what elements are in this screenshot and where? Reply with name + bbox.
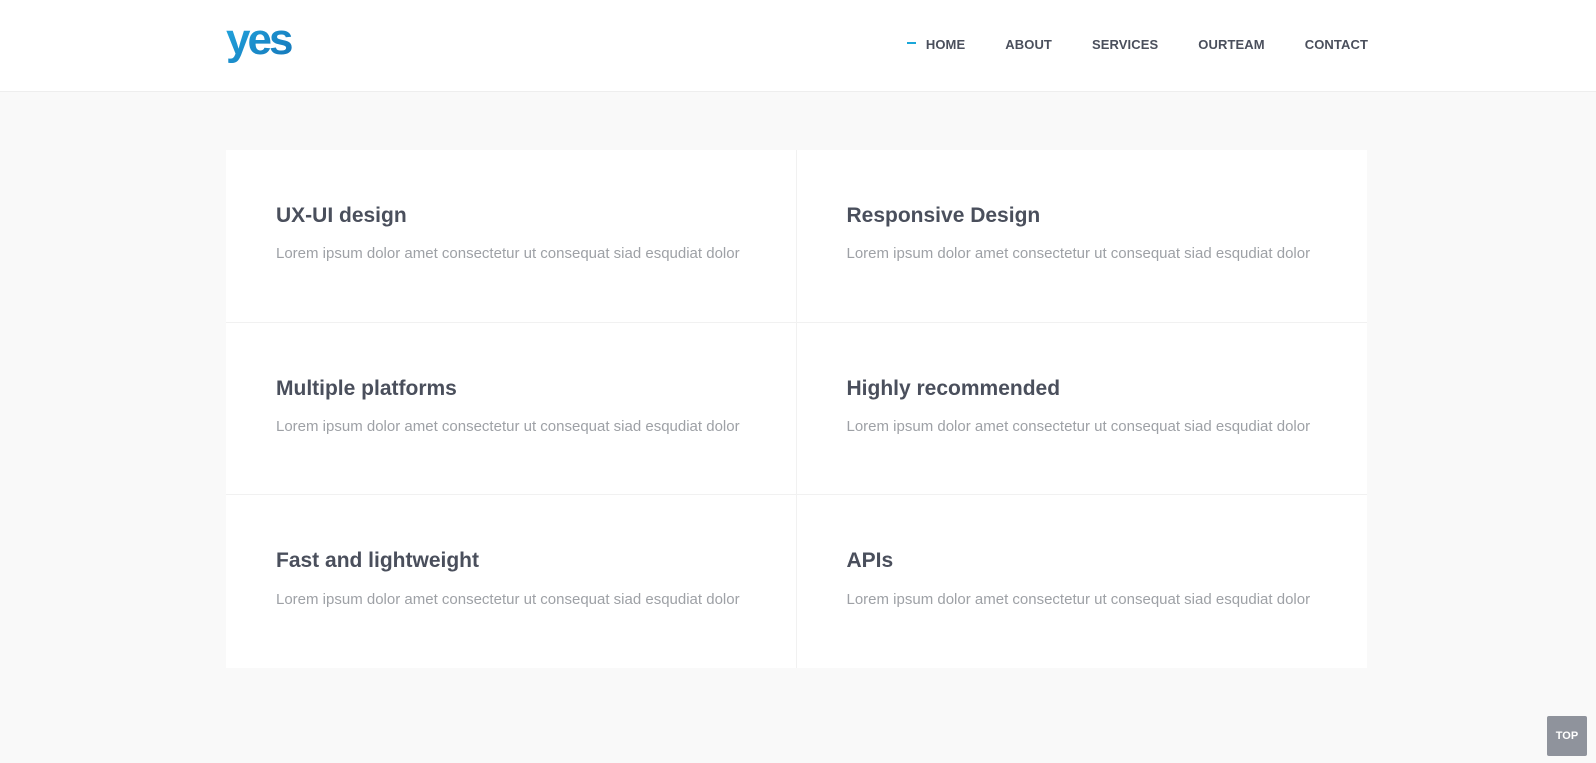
feature-card: Highly recommended Lorem ipsum dolor ame… (796, 323, 1367, 496)
yes-logo[interactable]: yes (226, 18, 316, 68)
feature-card: APIs Lorem ipsum dolor amet consectetur … (797, 495, 1368, 668)
features-grid: UX-UI design Lorem ipsum dolor amet cons… (226, 150, 1367, 668)
feature-description: Lorem ipsum dolor amet consectetur ut co… (846, 245, 1311, 263)
nav-item-label: CONTACT (1304, 36, 1368, 52)
main-nav: HOME ABOUT SERVICES OURTEAM CONTACT (906, 0, 1368, 88)
feature-description: Lorem ipsum dolor amet consectetur ut co… (276, 590, 740, 608)
logo-text: yes (226, 18, 292, 64)
feature-title: Responsive Design (846, 204, 1041, 227)
feature-description: Lorem ipsum dolor amet consectetur ut co… (846, 417, 1311, 435)
nav-item-home[interactable]: HOME (906, 36, 966, 52)
nav-item-about[interactable]: ABOUT (1005, 37, 1052, 52)
active-indicator (906, 42, 916, 44)
nav-item-contact[interactable]: CONTACT (1305, 37, 1368, 52)
site-header: yes HOME ABOUT SERVICES OURTEAM CONTACT (0, 0, 1596, 92)
nav-item-label: OURTEAM (1198, 36, 1265, 52)
nav-item-label: HOME (925, 36, 966, 52)
feature-card: Responsive Design Lorem ipsum dolor amet… (796, 150, 1367, 323)
feature-title: Multiple platforms (276, 376, 457, 400)
nav-item-services[interactable]: SERVICES (1092, 37, 1158, 52)
nav-item-ourteam[interactable]: OURTEAM (1198, 37, 1264, 52)
feature-description: Lorem ipsum dolor amet consectetur ut co… (846, 590, 1311, 608)
feature-title: APIs (846, 549, 894, 573)
scroll-to-top-button[interactable]: TOP (1547, 716, 1587, 756)
nav-item-label: SERVICES (1091, 36, 1159, 52)
feature-description: Lorem ipsum dolor amet consectetur ut co… (276, 417, 740, 435)
feature-card: Fast and lightweight Lorem ipsum dolor a… (226, 495, 797, 668)
feature-title: UX-UI design (276, 204, 407, 227)
feature-description: Lorem ipsum dolor amet consectetur ut co… (276, 245, 740, 263)
feature-title: Fast and lightweight (276, 549, 479, 573)
feature-card: UX-UI design Lorem ipsum dolor amet cons… (226, 150, 797, 323)
feature-card: Multiple platforms Lorem ipsum dolor ame… (226, 322, 797, 496)
feature-title: Highly recommended (846, 376, 1061, 400)
nav-item-label: ABOUT (1005, 36, 1052, 52)
